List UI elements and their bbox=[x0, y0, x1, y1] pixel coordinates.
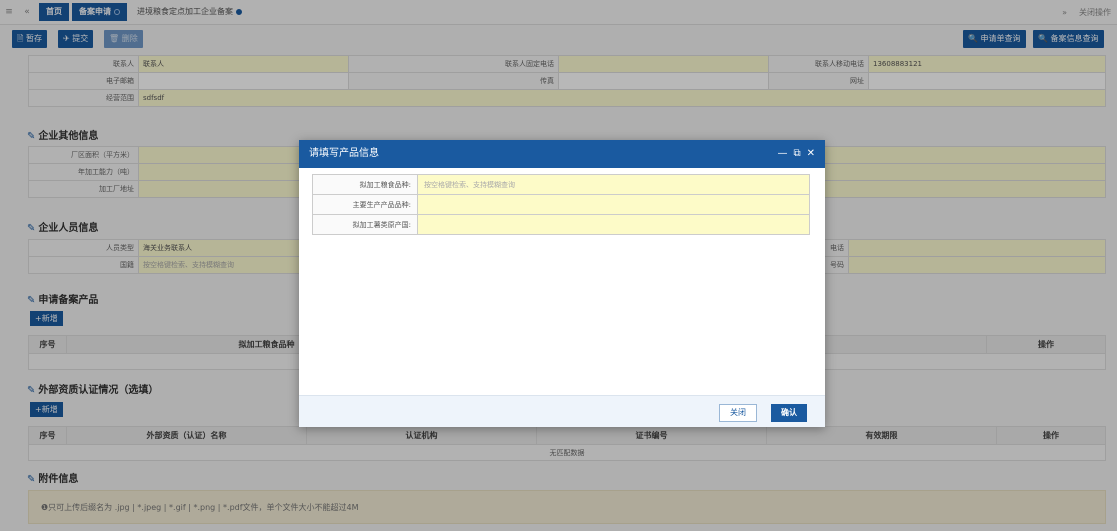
main-product-field[interactable] bbox=[417, 194, 810, 215]
grain-variety-field[interactable]: 按空格键检索、支持模糊查询 bbox=[417, 174, 810, 195]
modal-confirm-button[interactable]: 确认 bbox=[771, 404, 807, 422]
modal-form: 拟加工粮食品种: 按空格键检索、支持模糊查询 主要生产产品品种: 拟加工薯类原产… bbox=[312, 174, 810, 235]
modal-close-button[interactable]: 关闭 bbox=[719, 404, 757, 422]
grain-variety-label: 拟加工粮食品种: bbox=[312, 174, 418, 195]
close-icon[interactable]: ✕ bbox=[807, 140, 815, 168]
origin-country-label: 拟加工薯类原产国: bbox=[312, 214, 418, 235]
main-product-label: 主要生产产品品种: bbox=[312, 194, 418, 215]
modal-footer: 关闭 确认 bbox=[299, 395, 825, 427]
minimize-icon[interactable]: — bbox=[777, 140, 787, 168]
origin-country-field[interactable] bbox=[417, 214, 810, 235]
product-info-modal: 请填写产品信息 — ⧉ ✕ 拟加工粮食品种: 按空格键检索、支持模糊查询 主要生… bbox=[299, 140, 825, 427]
modal-title: 请填写产品信息 bbox=[309, 148, 379, 159]
modal-header: 请填写产品信息 — ⧉ ✕ bbox=[299, 140, 825, 168]
maximize-icon[interactable]: ⧉ bbox=[793, 140, 800, 168]
